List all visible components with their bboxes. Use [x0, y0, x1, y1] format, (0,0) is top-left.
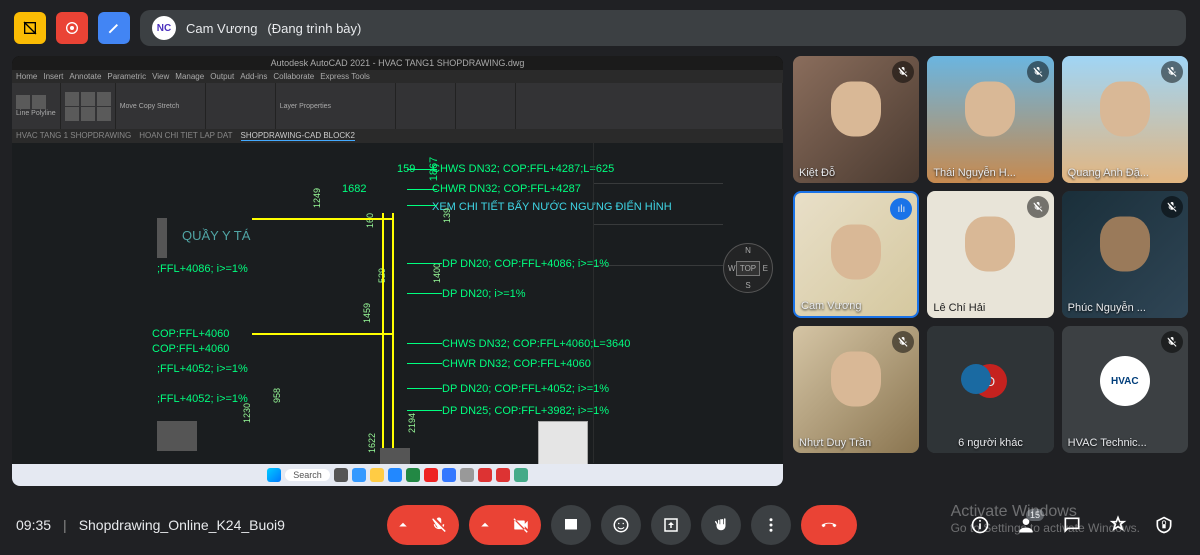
participant-tile[interactable]: Thái Nguyễn H... — [927, 56, 1053, 183]
participant-tile-more[interactable]: Đ 6 người khác — [927, 326, 1053, 453]
mic-off-icon — [1027, 61, 1049, 83]
presenter-banner: NC Cam Vương (Đang trình bày) — [140, 10, 1186, 46]
mic-off-icon — [1027, 196, 1049, 218]
clock: 09:35 — [16, 517, 51, 533]
meeting-name: Shopdrawing_Online_K24_Buoi9 — [79, 517, 285, 533]
mic-options-button[interactable] — [387, 505, 419, 545]
cam-options-button[interactable] — [469, 505, 501, 545]
host-controls-button[interactable] — [1144, 505, 1184, 545]
participant-tile[interactable]: Quang Anh Đặ... — [1062, 56, 1188, 183]
screenshot-off-icon[interactable] — [14, 12, 46, 44]
shared-screen: Autodesk AutoCAD 2021 - HVAC TANG1 SHOPD… — [12, 56, 783, 486]
present-button[interactable] — [651, 505, 691, 545]
captions-button[interactable] — [551, 505, 591, 545]
mic-toggle-button[interactable] — [419, 505, 459, 545]
file-tabs: HVAC TANG 1 SHOPDRAWING HOAN CHI TIET LA… — [12, 129, 783, 143]
cam-toggle-button[interactable] — [501, 505, 541, 545]
ribbon-toolbar: Line Polyline Move Copy Stretch Layer Pr… — [12, 83, 783, 129]
view-cube[interactable]: N E S W TOP — [723, 243, 773, 293]
participant-tile[interactable]: Lê Chí Hải — [927, 191, 1053, 318]
participant-tile[interactable]: HVAC HVAC Technic... — [1062, 326, 1188, 453]
cad-viewport[interactable]: CHWS DN32; COP:FFL+4287;L=625 CHWR DN32;… — [12, 143, 783, 486]
participant-tile[interactable]: Nhựt Duy Trần — [793, 326, 919, 453]
mic-off-icon — [1161, 331, 1183, 353]
mic-off-icon — [1161, 196, 1183, 218]
autocad-titlebar: Autodesk AutoCAD 2021 - HVAC TANG1 SHOPD… — [12, 56, 783, 70]
participant-tile[interactable]: Kiệt Đỗ — [793, 56, 919, 183]
main-area: Autodesk AutoCAD 2021 - HVAC TANG1 SHOPD… — [0, 56, 1200, 486]
controls — [387, 505, 857, 545]
more-options-button[interactable] — [751, 505, 791, 545]
presenter-name: Cam Vương — [186, 21, 257, 36]
menu-bar: HomeInsertAnnotateParametricViewManageOu… — [12, 70, 783, 83]
record-icon[interactable] — [56, 12, 88, 44]
presenter-status: (Đang trình bày) — [267, 21, 361, 36]
annotate-icon[interactable] — [98, 12, 130, 44]
windows-activation-watermark: Activate Windows Go to Settings to activ… — [951, 503, 1140, 535]
mic-off-icon — [1161, 61, 1183, 83]
hangup-button[interactable] — [801, 505, 857, 545]
meeting-info: 09:35 | Shopdrawing_Online_K24_Buoi9 — [16, 517, 285, 533]
hvac-logo: HVAC — [1100, 356, 1150, 406]
reactions-button[interactable] — [601, 505, 641, 545]
participants-grid: Kiệt Đỗ Thái Nguyễn H... Quang Anh Đặ...… — [793, 56, 1188, 486]
participant-tile-speaking[interactable]: ılı Cam Vương — [793, 191, 919, 318]
participant-tile[interactable]: Phúc Nguyễn ... — [1062, 191, 1188, 318]
top-bar: NC Cam Vương (Đang trình bày) — [0, 0, 1200, 56]
presenter-avatar: NC — [152, 16, 176, 40]
raise-hand-button[interactable] — [701, 505, 741, 545]
windows-taskbar[interactable]: Search — [12, 464, 783, 486]
